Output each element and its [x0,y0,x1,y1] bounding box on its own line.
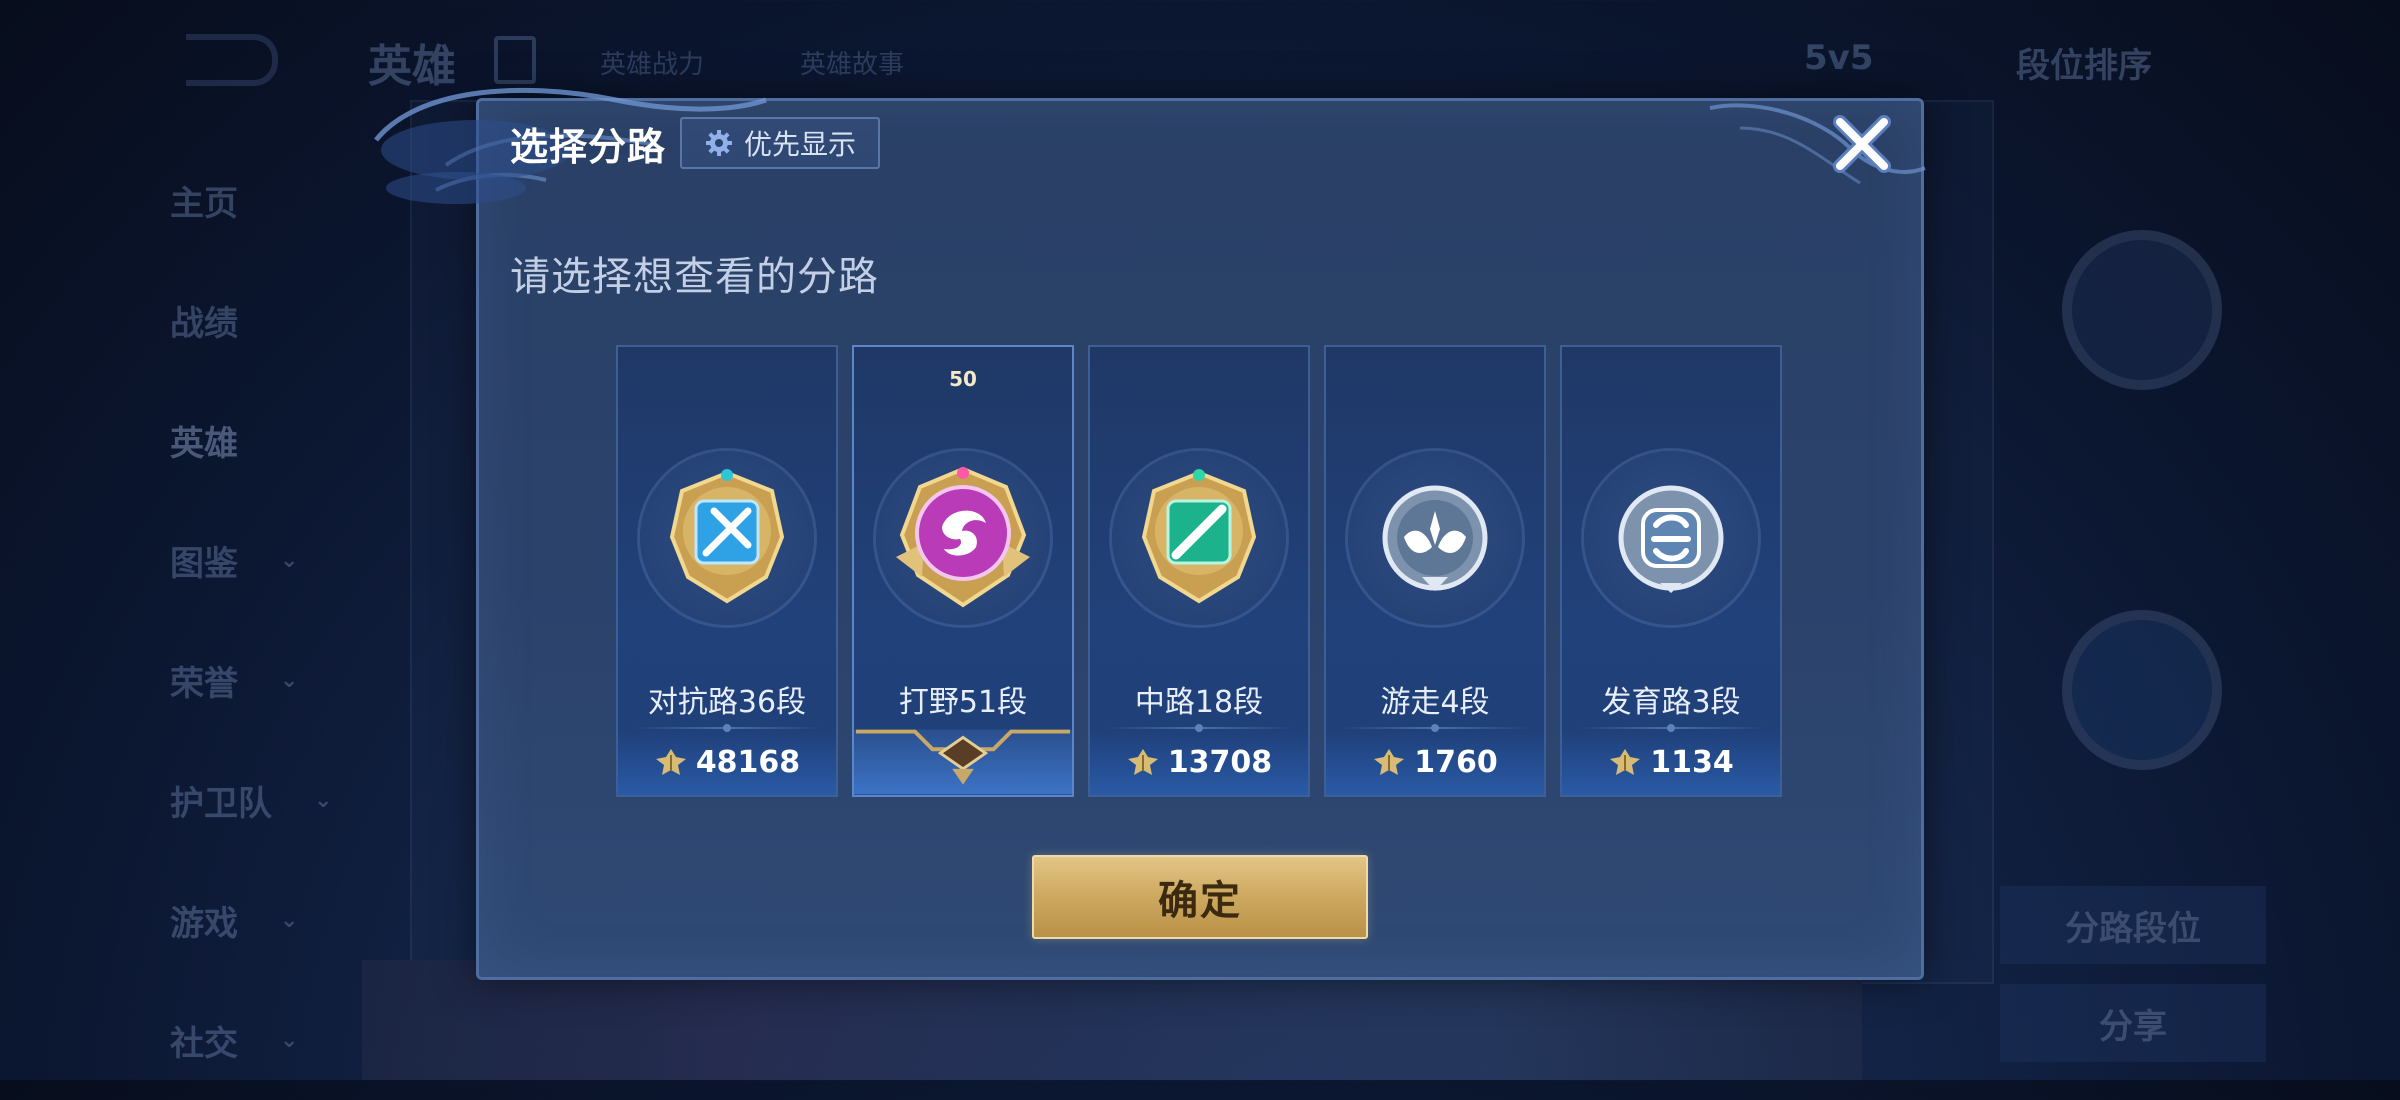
cloud-ornament-icon [1709,103,1926,185]
sidebar-item-record[interactable]: 战绩 [170,260,370,380]
sidebar-item-label: 游戏 [170,903,238,944]
role-emblem-icon [2062,610,2222,770]
points-icon [1610,749,1641,775]
points-row: 48168 [618,729,836,795]
badge-ring [640,451,814,625]
role-card-roam[interactable]: 游走4段 1760 [1324,345,1546,797]
share-button[interactable]: 分享 [2000,984,2266,1062]
badge-ring [1112,451,1286,625]
role-name: 中路18段 [1134,685,1264,720]
role-rank-button[interactable]: 分路段位 [2000,886,2266,964]
sidebar-item-hero[interactable]: 英雄 [170,380,370,500]
sidebar-item-label: 荣誉 [170,663,238,704]
dialog-title: 选择分路 [510,125,667,169]
badge-ring [876,451,1050,625]
sword-icon [669,469,785,604]
chevron-down-icon: ⌄ [280,667,299,693]
points-icon [1127,749,1158,775]
role-name: 游走4段 [1380,685,1490,720]
archer-icon [1618,485,1724,593]
back-arrow-icon[interactable] [186,34,278,86]
mode-select[interactable]: 5v5 [1804,38,1873,78]
badge-ring [1584,451,1758,625]
role-name: 打野51段 [898,685,1028,720]
sidebar-item-label: 英雄 [170,423,238,464]
role-points: 48168 [695,744,801,780]
level-badge-icon [854,729,1072,795]
chevron-down-icon: ⌄ [314,787,333,813]
gear-icon [705,130,732,156]
points-icon [1374,749,1405,775]
sidebar-item-game[interactable]: 游戏 ⌄ [170,860,370,980]
role-points: 1760 [1414,744,1498,780]
role-points: 1134 [1650,744,1734,780]
role-card-jungle[interactable]: 打野51段 50 [852,345,1074,797]
sidebar-item-home[interactable]: 主页 [170,140,370,260]
sidebar-item-guard[interactable]: 护卫队 ⌄ [170,740,370,860]
sidebar-item-label: 图鉴 [170,543,238,584]
close-icon[interactable] [1830,112,1894,176]
points-row: 13708 [1090,729,1308,795]
sort-select[interactable]: 段位排序 [2016,38,2152,87]
points-row: 1134 [1562,729,1780,795]
role-card-farm-lane[interactable]: 发育路3段 1134 [1560,345,1782,797]
chevron-down-icon: ⌄ [280,547,299,573]
priority-display-button[interactable]: 优先显示 [680,117,880,169]
chevron-down-icon: ⌄ [280,907,299,933]
sidebar-item-label: 战绩 [170,303,238,344]
staff-icon [1141,469,1257,604]
top-link-story[interactable]: 英雄故事 [800,44,904,81]
dialog-subtitle: 请选择想查看的分路 [510,254,879,300]
role-name: 对抗路36段 [647,685,807,720]
sidebar-item-social[interactable]: 社交 ⌄ [170,980,370,1100]
sidebar-item-label: 主页 [170,183,238,224]
sidebar-item-atlas[interactable]: 图鉴 ⌄ [170,500,370,620]
sidebar-item-label: 护卫队 [170,783,272,824]
sidebar-item-label: 社交 [170,1023,238,1064]
chevron-down-icon: ⌄ [280,1027,299,1053]
points-row: 1760 [1326,729,1544,795]
role-points: 13708 [1167,744,1273,780]
badge-ring [1348,451,1522,625]
dragon-icon [896,466,1030,608]
role-card-list: 对抗路36段 48168 打野51段 50 中路18段 13708 游走4段 1… [616,345,1784,797]
role-card-clash-lane[interactable]: 对抗路36段 48168 [616,345,838,797]
role-name: 发育路3段 [1601,685,1741,720]
confirm-button[interactable]: 确定 [1032,855,1368,939]
level-number: 50 [949,367,977,391]
rank-emblem-icon [2062,230,2222,390]
wings-icon [1382,485,1488,591]
points-icon [655,749,686,775]
priority-display-label: 优先显示 [743,128,856,161]
role-card-mid-lane[interactable]: 中路18段 13708 [1088,345,1310,797]
background-sidebar: 主页 战绩 英雄 图鉴 ⌄ 荣誉 ⌄ 护卫队 ⌄ 游戏 ⌄ 社交 ⌄ [170,140,370,1100]
sidebar-item-honor[interactable]: 荣誉 ⌄ [170,620,370,740]
